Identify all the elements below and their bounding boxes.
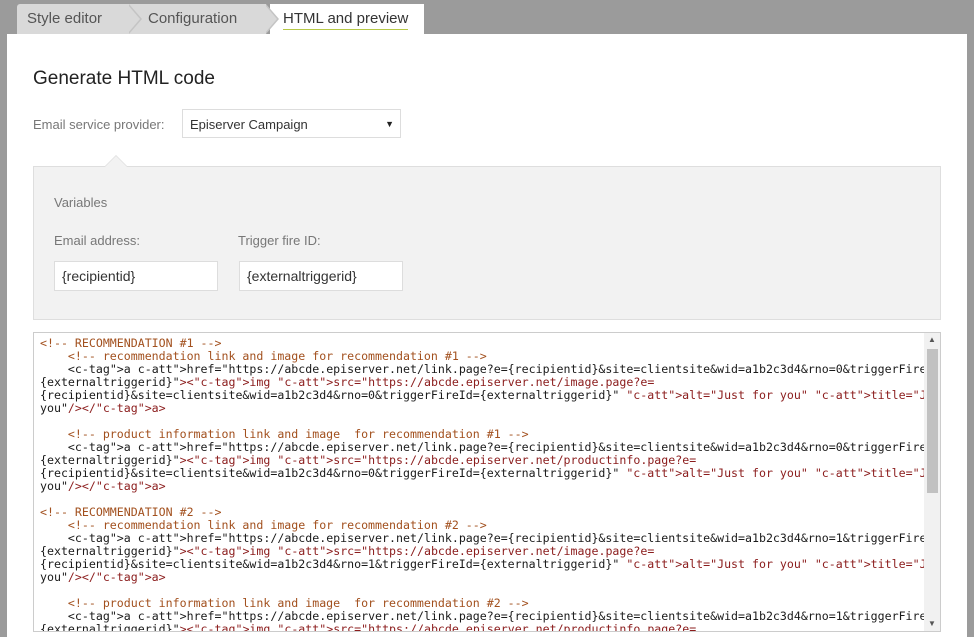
step-label: Style editor [27,10,103,27]
chevron-divider [128,4,142,34]
page-title: Generate HTML code [33,68,215,89]
vertical-scrollbar[interactable]: ▲ ▼ [924,333,940,631]
chevron-divider [265,4,279,34]
scroll-up-arrow-icon[interactable]: ▲ [924,333,940,347]
code-line: you"/></"c-tag">a> [40,401,166,415]
trigger-fire-id-field[interactable]: {externaltriggerid} [239,261,403,291]
code-line: {recipientid}&site=clientsite&wid=a1b2c3… [40,466,940,480]
wizard-steps: Style editor Configuration HTML and prev… [0,0,974,34]
variables-title: Variables [54,195,108,210]
scroll-down-arrow-icon[interactable]: ▼ [924,617,940,631]
step-label: HTML and preview [283,10,409,30]
email-field[interactable]: {recipientid} [54,261,218,291]
email-label: Email address: [54,233,140,248]
code-content: <!-- RECOMMENDATION #1 --> <!-- recommen… [40,337,940,632]
esp-select[interactable]: Episerver Campaign ▼ [182,109,401,138]
step-label: Configuration [148,10,238,27]
code-line: you"/></"c-tag">a> [40,570,166,584]
code-line: {externaltriggerid}"><"c-tag">img "c-att… [40,622,697,632]
step-style-editor[interactable]: Style editor [17,4,142,34]
step-html-and-preview[interactable]: HTML and preview [270,4,424,34]
trigger-label: Trigger fire ID: [238,233,321,248]
caret-down-icon: ▼ [385,119,394,129]
code-line: you"/></"c-tag">a> [40,479,166,493]
esp-label: Email service provider: [33,117,165,132]
code-line: {recipientid}&site=clientsite&wid=a1b2c3… [40,557,940,571]
main-panel: Generate HTML code Email service provide… [7,34,967,637]
scroll-thumb[interactable] [927,349,938,493]
code-line: {recipientid}&site=clientsite&wid=a1b2c3… [40,388,940,402]
esp-select-value: Episerver Campaign [190,117,308,132]
variables-box: Variables Email address: Trigger fire ID… [33,155,941,320]
callout-notch [104,155,128,167]
html-code-textarea[interactable]: <!-- RECOMMENDATION #1 --> <!-- recommen… [33,332,941,632]
